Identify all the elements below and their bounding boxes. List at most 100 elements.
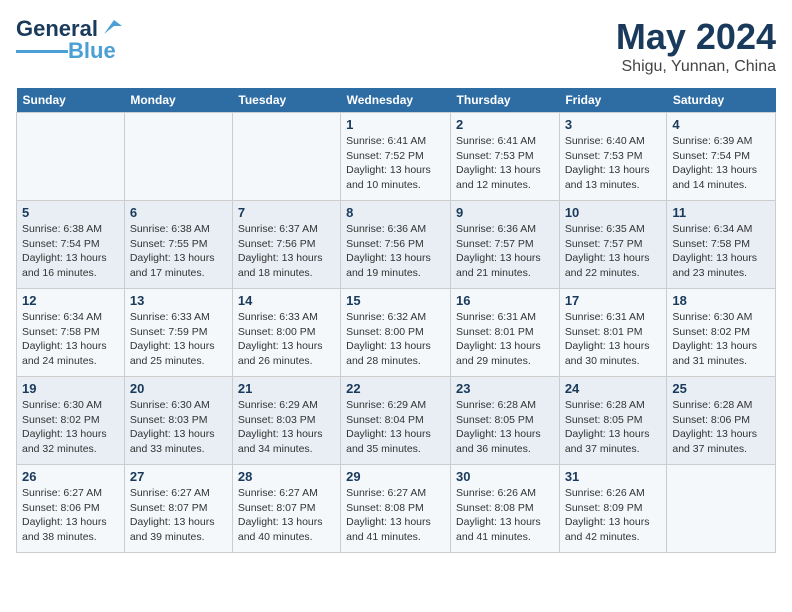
weekday-header-row: SundayMondayTuesdayWednesdayThursdayFrid… <box>17 88 776 113</box>
day-info: Sunrise: 6:36 AM Sunset: 7:57 PM Dayligh… <box>456 222 554 281</box>
calendar-cell: 27 Sunrise: 6:27 AM Sunset: 8:07 PM Dayli… <box>124 465 232 553</box>
day-number: 5 <box>22 205 119 220</box>
calendar-cell: 21 Sunrise: 6:29 AM Sunset: 8:03 PM Dayli… <box>232 377 340 465</box>
calendar-cell: 17Sunrise: 6:31 AM Sunset: 8:01 PM Dayli… <box>559 289 667 377</box>
weekday-header-wednesday: Wednesday <box>341 88 451 113</box>
calendar-cell: 9 Sunrise: 6:36 AM Sunset: 7:57 PM Daylig… <box>451 201 560 289</box>
day-info: Sunrise: 6:34 AM Sunset: 7:58 PM Dayligh… <box>672 222 770 281</box>
day-number: 29 <box>346 469 445 484</box>
calendar-cell: 20 Sunrise: 6:30 AM Sunset: 8:03 PM Dayli… <box>124 377 232 465</box>
day-number: 7 <box>238 205 335 220</box>
calendar-cell: 5 Sunrise: 6:38 AM Sunset: 7:54 PM Daylig… <box>17 201 125 289</box>
day-number: 20 <box>130 381 227 396</box>
day-info: Sunrise: 6:27 AM Sunset: 8:08 PM Dayligh… <box>346 486 445 545</box>
day-number: 27 <box>130 469 227 484</box>
day-info: Sunrise: 6:38 AM Sunset: 7:54 PM Dayligh… <box>22 222 119 281</box>
day-info: Sunrise: 6:31 AM Sunset: 8:01 PM Dayligh… <box>456 310 554 369</box>
calendar-cell <box>17 113 125 201</box>
day-info: Sunrise: 6:32 AM Sunset: 8:00 PM Dayligh… <box>346 310 445 369</box>
day-info: Sunrise: 6:36 AM Sunset: 7:56 PM Dayligh… <box>346 222 445 281</box>
day-info: Sunrise: 6:40 AM Sunset: 7:53 PM Dayligh… <box>565 134 662 193</box>
day-number: 2 <box>456 117 554 132</box>
day-info: Sunrise: 6:27 AM Sunset: 8:07 PM Dayligh… <box>238 486 335 545</box>
day-number: 14 <box>238 293 335 308</box>
calendar-cell <box>667 465 776 553</box>
calendar-cell: 13 Sunrise: 6:33 AM Sunset: 7:59 PM Dayli… <box>124 289 232 377</box>
day-info: Sunrise: 6:35 AM Sunset: 7:57 PM Dayligh… <box>565 222 662 281</box>
day-info: Sunrise: 6:27 AM Sunset: 8:07 PM Dayligh… <box>130 486 227 545</box>
day-number: 13 <box>130 293 227 308</box>
day-info: Sunrise: 6:28 AM Sunset: 8:06 PM Dayligh… <box>672 398 770 457</box>
day-number: 9 <box>456 205 554 220</box>
calendar-week-row: 5 Sunrise: 6:38 AM Sunset: 7:54 PM Daylig… <box>17 201 776 289</box>
day-number: 16 <box>456 293 554 308</box>
day-info: Sunrise: 6:27 AM Sunset: 8:06 PM Dayligh… <box>22 486 119 545</box>
calendar-cell: 16 Sunrise: 6:31 AM Sunset: 8:01 PM Dayli… <box>451 289 560 377</box>
calendar-cell: 2 Sunrise: 6:41 AM Sunset: 7:53 PM Daylig… <box>451 113 560 201</box>
calendar-cell: 24Sunrise: 6:28 AM Sunset: 8:05 PM Dayli… <box>559 377 667 465</box>
calendar-cell: 4 Sunrise: 6:39 AM Sunset: 7:54 PM Daylig… <box>667 113 776 201</box>
day-number: 22 <box>346 381 445 396</box>
day-info: Sunrise: 6:39 AM Sunset: 7:54 PM Dayligh… <box>672 134 770 193</box>
day-info: Sunrise: 6:29 AM Sunset: 8:03 PM Dayligh… <box>238 398 335 457</box>
logo-blue: Blue <box>68 38 116 64</box>
day-number: 12 <box>22 293 119 308</box>
calendar-cell: 15Sunrise: 6:32 AM Sunset: 8:00 PM Dayli… <box>341 289 451 377</box>
day-info: Sunrise: 6:30 AM Sunset: 8:02 PM Dayligh… <box>22 398 119 457</box>
calendar-cell: 22 Sunrise: 6:29 AM Sunset: 8:04 PM Dayli… <box>341 377 451 465</box>
day-number: 30 <box>456 469 554 484</box>
calendar-cell: 28 Sunrise: 6:27 AM Sunset: 8:07 PM Dayli… <box>232 465 340 553</box>
calendar-cell <box>124 113 232 201</box>
day-info: Sunrise: 6:37 AM Sunset: 7:56 PM Dayligh… <box>238 222 335 281</box>
title-block: May 2024 Shigu, Yunnan, China <box>616 16 776 76</box>
calendar-location: Shigu, Yunnan, China <box>616 58 776 76</box>
calendar-cell: 29 Sunrise: 6:27 AM Sunset: 8:08 PM Dayli… <box>341 465 451 553</box>
day-info: Sunrise: 6:34 AM Sunset: 7:58 PM Dayligh… <box>22 310 119 369</box>
page-header: General Blue May 2024 Shigu, Yunnan, Chi… <box>16 16 776 76</box>
calendar-cell: 30 Sunrise: 6:26 AM Sunset: 8:08 PM Dayli… <box>451 465 560 553</box>
day-info: Sunrise: 6:26 AM Sunset: 8:08 PM Dayligh… <box>456 486 554 545</box>
calendar-cell: 23Sunrise: 6:28 AM Sunset: 8:05 PM Dayli… <box>451 377 560 465</box>
logo: General Blue <box>16 16 122 64</box>
calendar-cell: 12 Sunrise: 6:34 AM Sunset: 7:58 PM Dayli… <box>17 289 125 377</box>
calendar-cell: 6 Sunrise: 6:38 AM Sunset: 7:55 PM Daylig… <box>124 201 232 289</box>
weekday-header-monday: Monday <box>124 88 232 113</box>
day-info: Sunrise: 6:30 AM Sunset: 8:03 PM Dayligh… <box>130 398 227 457</box>
day-number: 6 <box>130 205 227 220</box>
calendar-cell: 8 Sunrise: 6:36 AM Sunset: 7:56 PM Daylig… <box>341 201 451 289</box>
day-info: Sunrise: 6:41 AM Sunset: 7:52 PM Dayligh… <box>346 134 445 193</box>
weekday-header-tuesday: Tuesday <box>232 88 340 113</box>
day-number: 21 <box>238 381 335 396</box>
weekday-header-friday: Friday <box>559 88 667 113</box>
day-number: 19 <box>22 381 119 396</box>
calendar-cell: 26Sunrise: 6:27 AM Sunset: 8:06 PM Dayli… <box>17 465 125 553</box>
calendar-cell: 25Sunrise: 6:28 AM Sunset: 8:06 PM Dayli… <box>667 377 776 465</box>
day-info: Sunrise: 6:28 AM Sunset: 8:05 PM Dayligh… <box>456 398 554 457</box>
day-number: 11 <box>672 205 770 220</box>
day-number: 24 <box>565 381 662 396</box>
calendar-week-row: 12 Sunrise: 6:34 AM Sunset: 7:58 PM Dayli… <box>17 289 776 377</box>
calendar-cell: 11 Sunrise: 6:34 AM Sunset: 7:58 PM Dayli… <box>667 201 776 289</box>
logo-underline <box>16 50 68 53</box>
calendar-cell: 3 Sunrise: 6:40 AM Sunset: 7:53 PM Daylig… <box>559 113 667 201</box>
day-number: 4 <box>672 117 770 132</box>
day-info: Sunrise: 6:33 AM Sunset: 7:59 PM Dayligh… <box>130 310 227 369</box>
day-number: 8 <box>346 205 445 220</box>
weekday-header-sunday: Sunday <box>17 88 125 113</box>
day-number: 3 <box>565 117 662 132</box>
day-info: Sunrise: 6:41 AM Sunset: 7:53 PM Dayligh… <box>456 134 554 193</box>
day-number: 10 <box>565 205 662 220</box>
day-info: Sunrise: 6:29 AM Sunset: 8:04 PM Dayligh… <box>346 398 445 457</box>
day-info: Sunrise: 6:38 AM Sunset: 7:55 PM Dayligh… <box>130 222 227 281</box>
calendar-cell <box>232 113 340 201</box>
calendar-cell: 7 Sunrise: 6:37 AM Sunset: 7:56 PM Daylig… <box>232 201 340 289</box>
calendar-cell: 14 Sunrise: 6:33 AM Sunset: 8:00 PM Dayli… <box>232 289 340 377</box>
logo-bird-icon <box>100 16 122 38</box>
day-number: 28 <box>238 469 335 484</box>
calendar-week-row: 19 Sunrise: 6:30 AM Sunset: 8:02 PM Dayli… <box>17 377 776 465</box>
day-info: Sunrise: 6:30 AM Sunset: 8:02 PM Dayligh… <box>672 310 770 369</box>
calendar-week-row: 1Sunrise: 6:41 AM Sunset: 7:52 PM Daylig… <box>17 113 776 201</box>
calendar-cell: 19 Sunrise: 6:30 AM Sunset: 8:02 PM Dayli… <box>17 377 125 465</box>
day-info: Sunrise: 6:33 AM Sunset: 8:00 PM Dayligh… <box>238 310 335 369</box>
day-number: 17 <box>565 293 662 308</box>
